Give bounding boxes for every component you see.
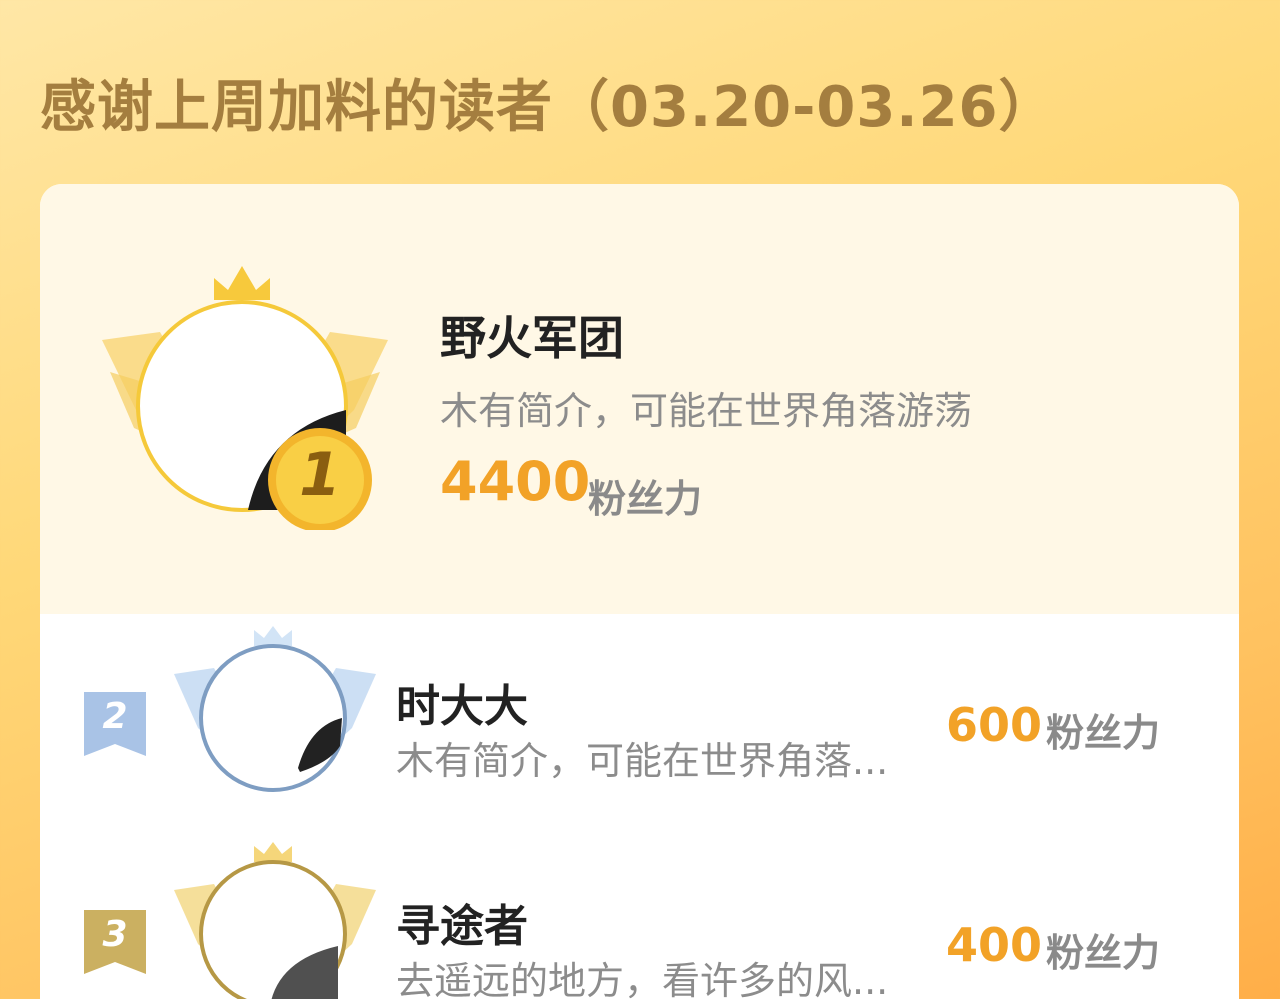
leaderboard-card: 1 野火军团 木有简介，可能在世界角落游荡 4400 粉丝力 2 时大大 木有简… bbox=[40, 184, 1239, 999]
crown-wings-gold-icon bbox=[102, 266, 388, 530]
crown-wings-silver-icon bbox=[174, 626, 376, 792]
reader-name-3[interactable]: 寻途者 bbox=[396, 890, 528, 954]
avatar-frame-silver[interactable] bbox=[170, 626, 380, 816]
top-reader-points-unit: 粉丝力 bbox=[588, 477, 703, 521]
reader-points-unit-2: 粉丝力 bbox=[1046, 711, 1161, 755]
avatar-frame-gold[interactable]: 1 bbox=[96, 260, 396, 530]
reader-description-3: 去遥远的地方，看许多的风... bbox=[396, 959, 889, 999]
rank-2-flag: 2 bbox=[84, 692, 146, 756]
reader-name-2[interactable]: 时大大 bbox=[396, 670, 528, 734]
top-reader-section[interactable]: 1 野火军团 木有简介，可能在世界角落游荡 4400 粉丝力 bbox=[40, 184, 1239, 614]
reader-points-unit-3: 粉丝力 bbox=[1046, 931, 1161, 975]
reader-points-3: 400 bbox=[946, 918, 1043, 972]
top-reader-description: 木有简介，可能在世界角落游荡 bbox=[440, 389, 973, 433]
leaderboard-row-3[interactable]: 3 寻途者 去遥远的地方，看许多的风... 400 粉丝力 bbox=[40, 834, 1239, 999]
top-reader-name[interactable]: 野火军团 bbox=[440, 302, 624, 368]
page-title: 感谢上周加料的读者（03.20-03.26） bbox=[40, 75, 1056, 140]
crown-wings-bronze-icon bbox=[174, 842, 376, 999]
avatar-frame-bronze[interactable] bbox=[170, 842, 380, 999]
rank-1-number: 1 bbox=[299, 440, 341, 510]
leaderboard-row-2[interactable]: 2 时大大 木有简介，可能在世界角落... 600 粉丝力 bbox=[40, 614, 1239, 814]
reader-description-2: 木有简介，可能在世界角落... bbox=[396, 739, 889, 783]
reader-points-2: 600 bbox=[946, 698, 1043, 752]
top-reader-points: 4400 bbox=[440, 450, 591, 513]
rank-3-flag: 3 bbox=[84, 910, 146, 974]
